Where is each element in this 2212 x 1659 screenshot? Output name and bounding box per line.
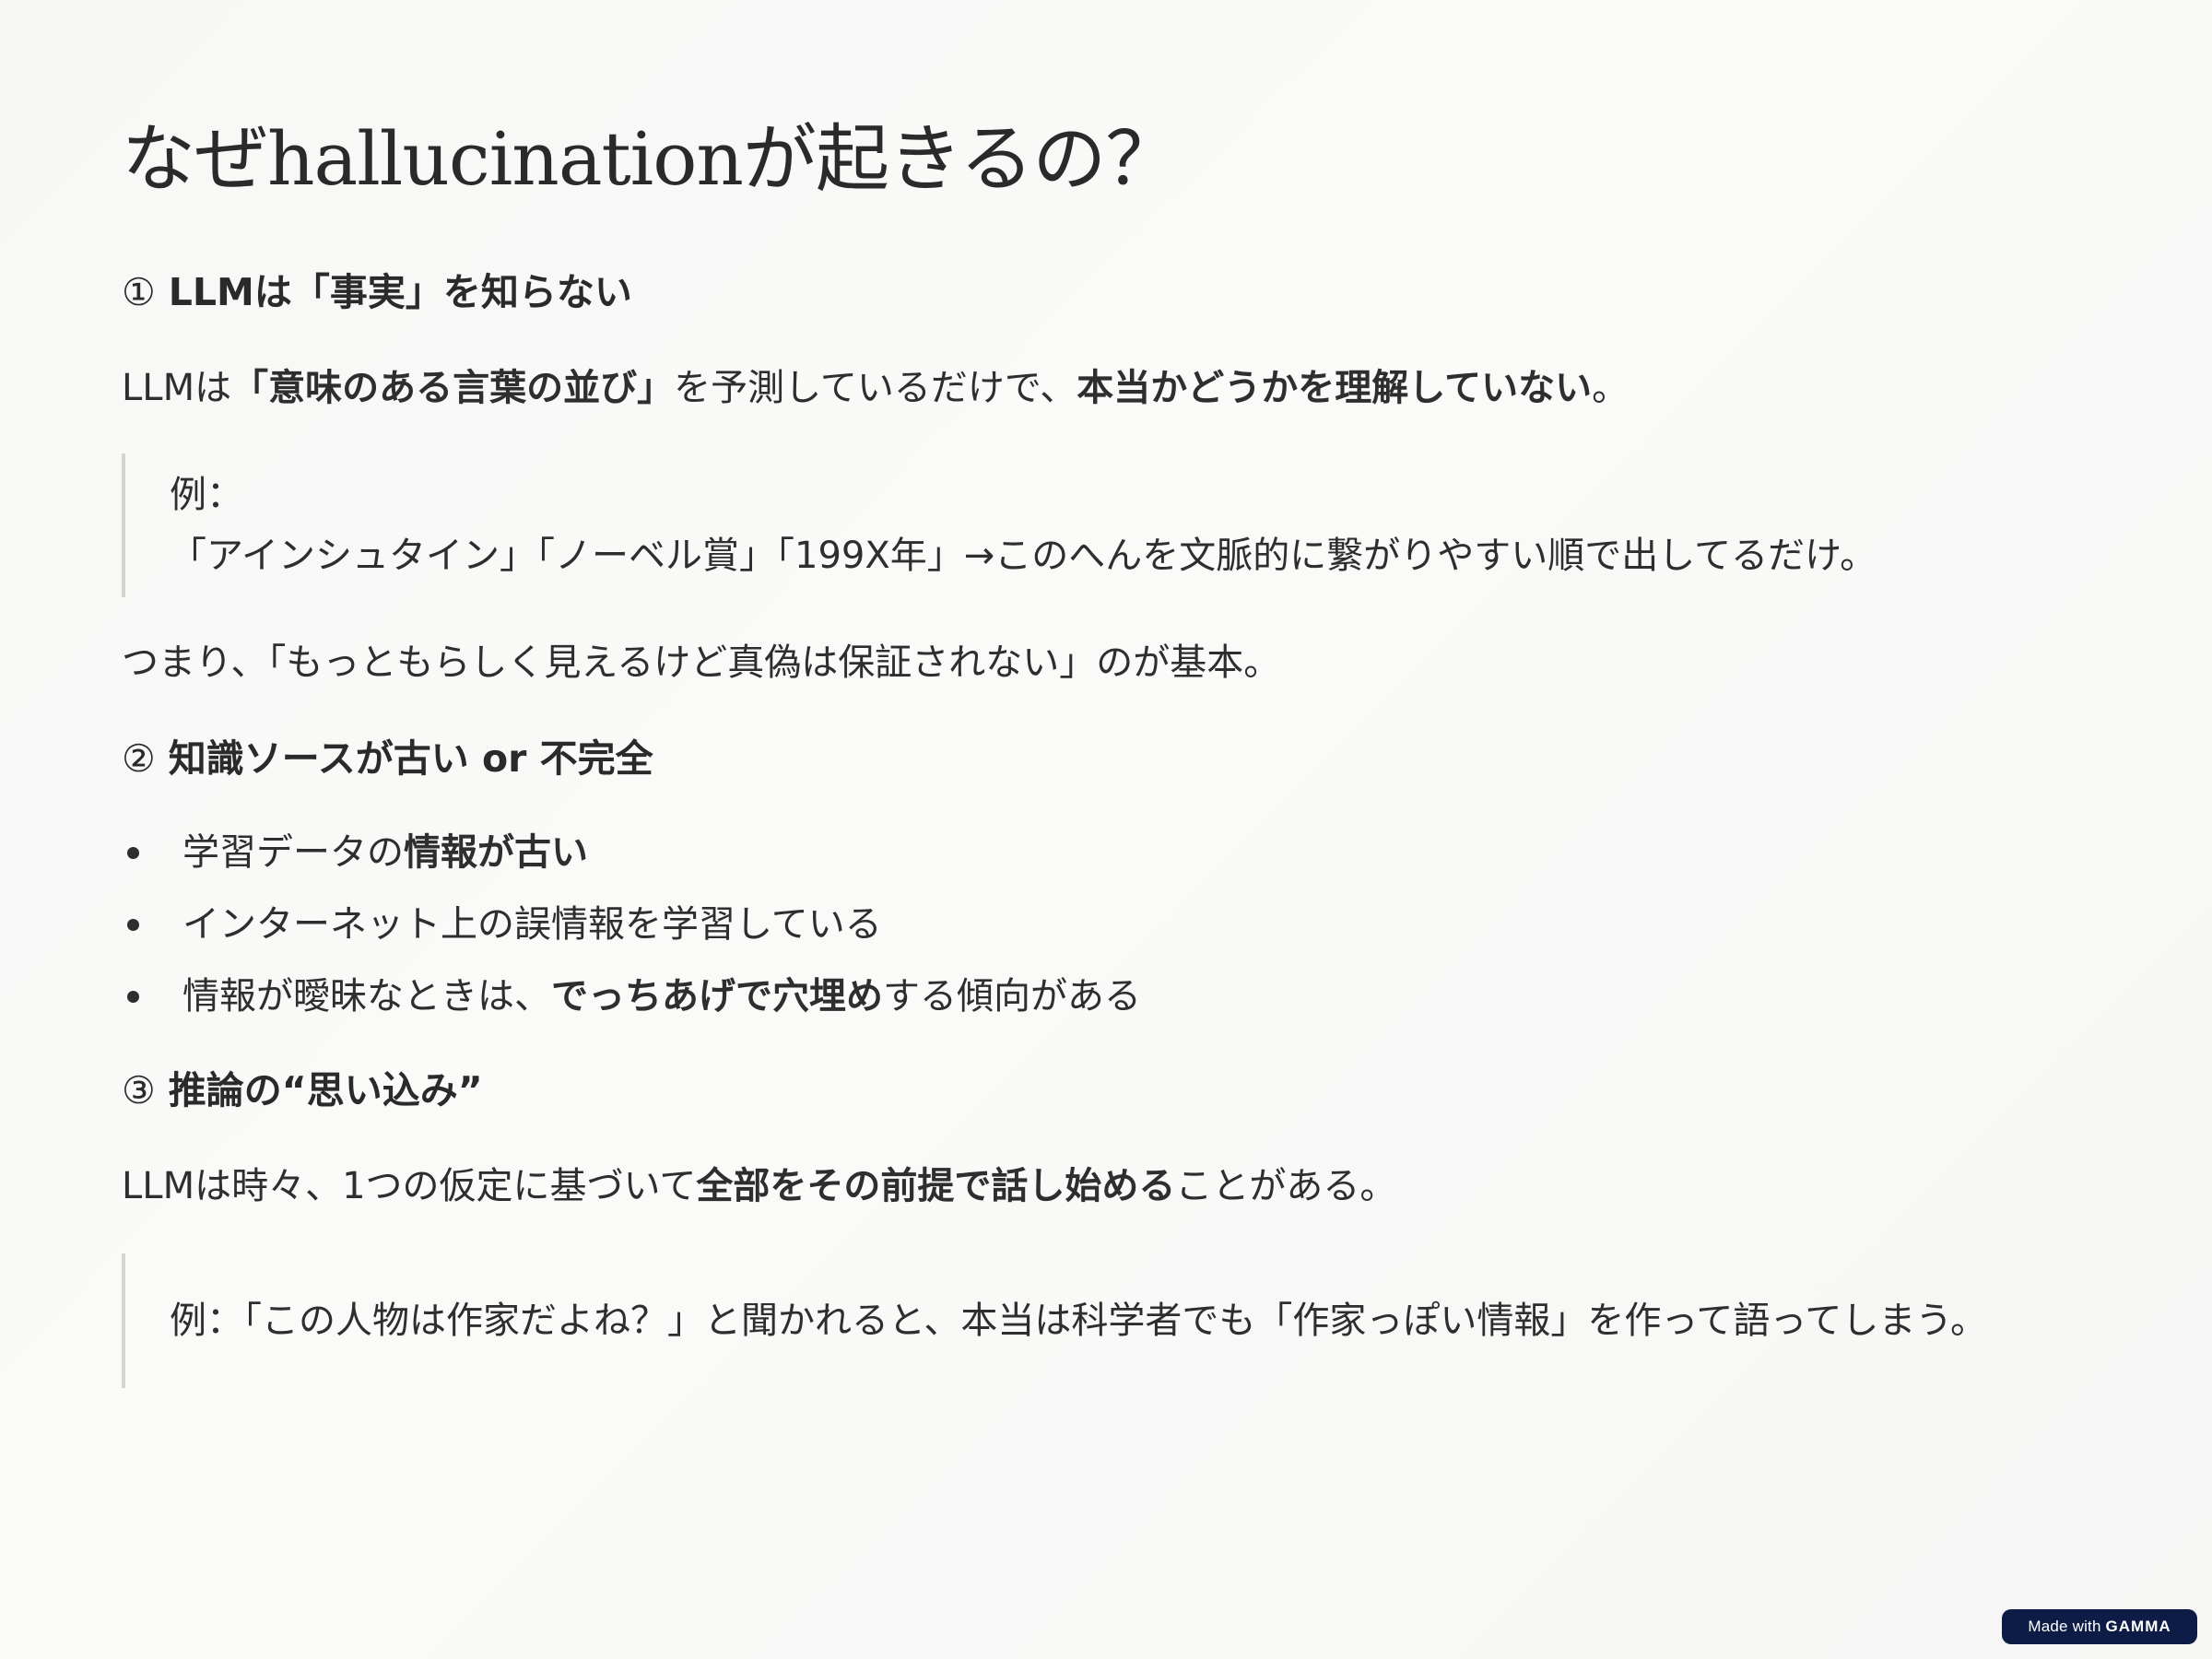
text-run: を予測しているだけで、: [674, 367, 1077, 409]
text-run: 学習データの: [182, 831, 404, 874]
section-heading-1: ① LLMは「事実」を知らない: [122, 265, 2103, 319]
slide-content: なぜhallucinationが起きるの？ ① LLMは「事実」を知らない LLM…: [122, 109, 2103, 1388]
text-run: する傾向がある: [883, 975, 1141, 1018]
text-run: インターネット上の誤情報を学習している: [182, 903, 882, 946]
section-heading-3: ③ 推論の“思い込み”: [122, 1064, 2103, 1117]
text-run: LLMは: [122, 367, 232, 409]
bullet-dot-icon: [127, 847, 139, 859]
quote-2-line-1: 例：「この人物は作家だよね？」と聞かれると、本当は科学者でも「作家っぽい情報」を…: [170, 1300, 1987, 1342]
bold-run: 本当かどうかを理解していない: [1077, 367, 1593, 409]
section-heading-2: ② 知識ソースが古い or 不完全: [122, 732, 2103, 785]
example-quote-1: 例： 「アインシュタイン」「ノーベル賞」「199X年」→このへんを文脈的に繋がり…: [122, 453, 2103, 597]
list-item: インターネット上の誤情報を学習している: [122, 898, 2103, 951]
bold-run: 全部をその前提で話し始める: [696, 1165, 1176, 1207]
text-run: LLMは時々、1つの仮定に基づいて: [122, 1165, 697, 1207]
bullet-dot-icon: [127, 991, 139, 1003]
section-1-conclusion: つまり、「もっともらしく見えるけど真偽は保証されない」のが基本。: [122, 641, 1281, 684]
quote-1-line-2: 「アインシュタイン」「ノーベル賞」「199X年」→このへんを文脈的に繋がりやすい…: [170, 535, 1877, 577]
section-heading-3-text: 推論の“思い込み”: [168, 1068, 483, 1112]
bold-run: でっちあげで穴埋め: [551, 975, 883, 1018]
section-heading-1-text: LLMは「事実」を知らない: [168, 270, 632, 314]
list-item: 学習データの情報が古い: [122, 826, 2103, 879]
section-number-3: ③: [122, 1068, 156, 1112]
section-number-2: ②: [122, 736, 156, 781]
slide-background: なぜhallucinationが起きるの？ ① LLMは「事実」を知らない LLM…: [0, 0, 2212, 1659]
bold-run: 情報が古い: [404, 831, 588, 874]
page-title: なぜhallucinationが起きるの？: [122, 116, 1179, 202]
bold-run: 「意味のある言葉の並び」: [231, 367, 675, 409]
text-run: ことがある。: [1175, 1165, 1397, 1207]
text-run: 。: [1592, 367, 1630, 409]
made-with-gamma-badge[interactable]: Made with GAMMA: [2002, 1609, 2197, 1644]
bullet-list: 学習データの情報が古い インターネット上の誤情報を学習している 情報が曖昧なとき…: [122, 826, 2103, 1023]
quote-1-line-1: 例：: [170, 474, 243, 516]
list-item: 情報が曖昧なときは、でっちあげで穴埋めする傾向がある: [122, 970, 2103, 1023]
gamma-logo: GAMMA: [2105, 1618, 2171, 1635]
badge-prefix: Made with: [2028, 1618, 2106, 1635]
section-number-1: ①: [122, 270, 156, 314]
section-3-paragraph: LLMは時々、1つの仮定に基づいて全部をその前提で話し始めることがある。: [122, 1159, 2103, 1213]
bullet-dot-icon: [127, 919, 139, 931]
section-heading-2-text: 知識ソースが古い or 不完全: [168, 736, 653, 781]
section-1-paragraph: LLMは「意味のある言葉の並び」を予測しているだけで、本当かどうかを理解していな…: [122, 361, 2103, 415]
example-quote-2: 例：「この人物は作家だよね？」と聞かれると、本当は科学者でも「作家っぽい情報」を…: [122, 1253, 2103, 1388]
text-run: 情報が曖昧なときは、: [182, 975, 551, 1018]
